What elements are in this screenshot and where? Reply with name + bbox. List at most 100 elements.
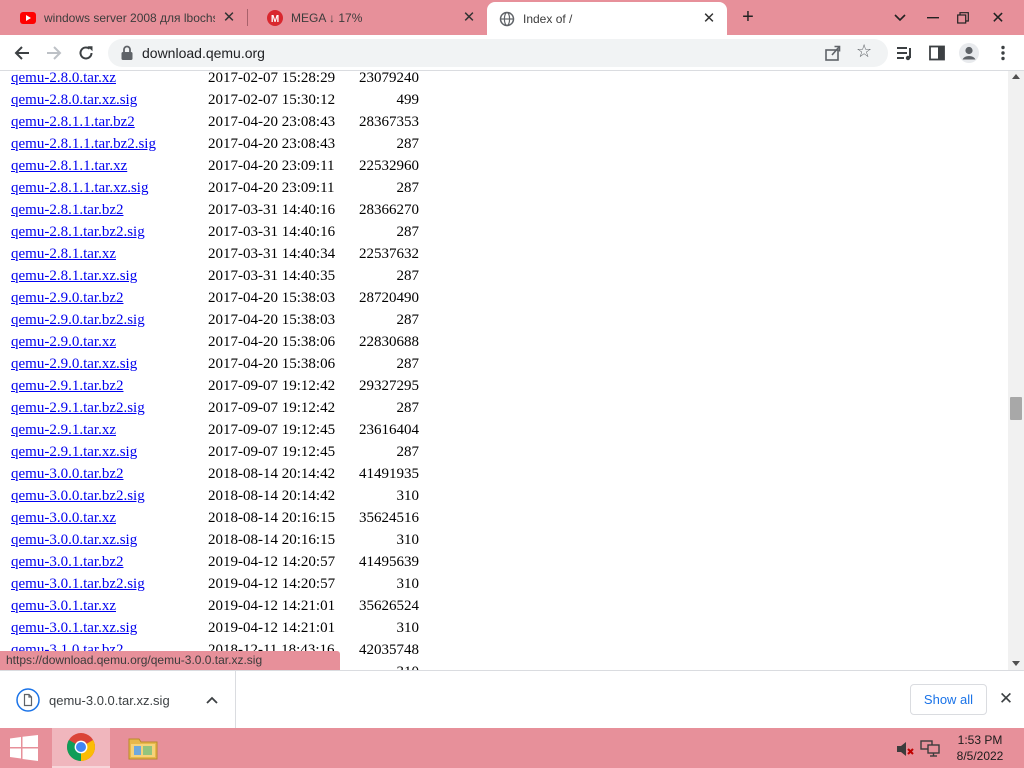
file-link[interactable]: qemu-2.9.0.tar.bz2: [11, 290, 123, 307]
listing-row: qemu-3.0.0.tar.xz 2018-08-14 20:16:15 3562…: [0, 508, 1008, 530]
volume-muted-icon[interactable]: [896, 740, 914, 758]
chevron-up-icon[interactable]: [205, 693, 219, 707]
listing-row: qemu-3.0.1.tar.xz.sig 2019-04-12 14:21:01…: [0, 618, 1008, 640]
file-date: 2017-09-07 19:12:45: [208, 422, 336, 438]
reading-list-icon[interactable]: [892, 40, 918, 66]
file-link[interactable]: qemu-3.0.0.tar.bz2.sig: [11, 488, 145, 505]
minimize-button[interactable]: [918, 0, 948, 35]
file-link[interactable]: qemu-3.0.1.tar.bz2.sig: [11, 576, 145, 593]
mega-icon: M: [267, 9, 283, 26]
vertical-scrollbar[interactable]: [1008, 71, 1024, 670]
forward-button[interactable]: [41, 40, 67, 66]
address-bar[interactable]: download.qemu.org ☆: [108, 39, 888, 67]
bookmark-star-icon[interactable]: ☆: [856, 41, 872, 62]
download-item[interactable]: qemu-3.0.0.tar.xz.sig: [0, 671, 236, 728]
file-date: 2017-04-20 15:38:03: [208, 312, 336, 328]
tab-close-icon[interactable]: ✕: [461, 9, 477, 26]
file-size: 23079240: [359, 71, 419, 86]
file-link[interactable]: qemu-2.9.0.tar.xz: [11, 334, 116, 351]
listing-row: qemu-3.0.0.tar.bz2.sig 2018-08-14 20:14:4…: [0, 486, 1008, 508]
file-size: 287: [396, 444, 420, 460]
file-link[interactable]: qemu-2.8.1.tar.xz.sig: [11, 268, 137, 285]
listing-row: qemu-3.0.0.tar.bz2 2018-08-14 20:14:42 414…: [0, 464, 1008, 486]
file-link[interactable]: qemu-2.8.1.tar.bz2.sig: [11, 224, 145, 241]
listing-row: qemu-3.0.1.tar.xz 2019-04-12 14:21:01 3562…: [0, 596, 1008, 618]
file-link[interactable]: qemu-2.9.0.tar.xz.sig: [11, 356, 137, 373]
file-link[interactable]: qemu-2.9.1.tar.bz2: [11, 378, 123, 395]
close-download-bar-icon[interactable]: ✕: [998, 690, 1014, 707]
tab-close-icon[interactable]: ✕: [701, 10, 717, 27]
file-date: 2017-02-07 15:28:29: [208, 71, 336, 86]
file-link[interactable]: qemu-3.0.1.tar.xz: [11, 598, 116, 615]
clock-date: 8/5/2022: [956, 749, 1004, 763]
windows-logo-icon: [10, 735, 38, 761]
file-link[interactable]: qemu-2.9.0.tar.bz2.sig: [11, 312, 145, 329]
file-date: 2018-08-14 20:14:42: [208, 488, 336, 504]
file-date: 2017-04-20 15:38:06: [208, 356, 336, 372]
file-size: 22532960: [359, 158, 419, 174]
file-link[interactable]: qemu-2.9.1.tar.bz2.sig: [11, 400, 145, 417]
file-size: 287: [396, 400, 420, 416]
file-link[interactable]: qemu-2.8.1.tar.xz: [11, 246, 116, 263]
file-size: 22537632: [359, 246, 419, 262]
file-link[interactable]: qemu-2.8.1.1.tar.xz: [11, 158, 127, 175]
file-size: 287: [396, 312, 420, 328]
file-link[interactable]: qemu-3.0.0.tar.xz.sig: [11, 532, 137, 549]
chrome-icon: [67, 733, 95, 761]
file-size: 499: [396, 92, 420, 108]
file-link[interactable]: qemu-3.0.1.tar.xz.sig: [11, 620, 137, 637]
file-size: 22830688: [359, 334, 419, 350]
file-date: 2017-03-31 14:40:16: [208, 224, 336, 240]
tab-mega[interactable]: M MEGA ↓ 17% ✕: [247, 0, 487, 35]
file-link[interactable]: qemu-2.8.1.1.tar.bz2: [11, 114, 135, 131]
taskbar-chrome-button[interactable]: [52, 728, 110, 768]
profile-avatar-icon[interactable]: [956, 40, 982, 66]
tab-title: Index of /: [523, 11, 573, 26]
close-window-button[interactable]: ✕: [978, 0, 1018, 35]
file-size: 287: [396, 356, 420, 372]
file-date: 2019-04-12 14:20:57: [208, 576, 336, 592]
file-size: 287: [396, 224, 420, 240]
scroll-up-arrow-icon[interactable]: [1012, 74, 1020, 79]
file-link[interactable]: qemu-3.0.0.tar.bz2: [11, 466, 123, 483]
show-all-button[interactable]: Show all: [910, 684, 987, 715]
tab-youtube[interactable]: windows server 2008 для lbochs ✕: [0, 0, 247, 35]
tab-search-icon[interactable]: [888, 0, 912, 35]
file-link[interactable]: qemu-2.8.1.1.tar.bz2.sig: [11, 136, 156, 153]
listing-row: qemu-2.9.1.tar.xz 2017-09-07 19:12:45 2361…: [0, 420, 1008, 442]
file-size: 287: [396, 180, 420, 196]
file-link[interactable]: qemu-2.8.0.tar.xz: [11, 71, 116, 87]
restore-button[interactable]: [948, 0, 978, 35]
file-link[interactable]: qemu-2.9.1.tar.xz: [11, 422, 116, 439]
menu-kebab-icon[interactable]: [990, 40, 1016, 66]
file-link[interactable]: qemu-2.8.1.1.tar.xz.sig: [11, 180, 148, 197]
tab-close-icon[interactable]: ✕: [221, 9, 237, 26]
file-link[interactable]: qemu-2.9.1.tar.xz.sig: [11, 444, 137, 461]
file-size: 28720490: [359, 290, 419, 306]
file-link[interactable]: qemu-2.8.1.tar.bz2: [11, 202, 123, 219]
scrollbar-thumb[interactable]: [1010, 397, 1022, 420]
reload-button[interactable]: [73, 40, 99, 66]
tab-title: windows server 2008 для lbochs: [44, 10, 215, 25]
taskbar-file-explorer-button[interactable]: [114, 728, 172, 768]
file-link[interactable]: qemu-3.0.1.tar.bz2: [11, 554, 123, 571]
start-button[interactable]: [0, 728, 48, 768]
share-icon[interactable]: [824, 44, 842, 62]
browser-toolbar: download.qemu.org ☆: [0, 35, 1024, 71]
globe-icon: [499, 11, 515, 27]
scroll-down-arrow-icon[interactable]: [1012, 661, 1020, 666]
file-link[interactable]: qemu-2.8.0.tar.xz.sig: [11, 92, 137, 109]
back-button[interactable]: [9, 40, 35, 66]
listing-row: qemu-2.8.0.tar.xz 2017-02-07 15:28:29 2307…: [0, 71, 1008, 90]
file-date: 2017-04-20 23:08:43: [208, 114, 336, 130]
file-date: 2018-08-14 20:16:15: [208, 510, 336, 526]
tab-index-active[interactable]: Index of / ✕: [487, 2, 727, 35]
lock-icon[interactable]: [120, 45, 134, 61]
system-clock[interactable]: 1:53 PM 8/5/2022: [944, 732, 1016, 764]
listing-row: qemu-2.9.1.tar.bz2.sig 2017-09-07 19:12:4…: [0, 398, 1008, 420]
network-icon[interactable]: [920, 739, 940, 757]
listing-row: qemu-3.0.0.tar.xz.sig 2018-08-14 20:16:15…: [0, 530, 1008, 552]
side-panel-icon[interactable]: [924, 40, 950, 66]
new-tab-button[interactable]: +: [738, 7, 758, 27]
file-link[interactable]: qemu-3.0.0.tar.xz: [11, 510, 116, 527]
